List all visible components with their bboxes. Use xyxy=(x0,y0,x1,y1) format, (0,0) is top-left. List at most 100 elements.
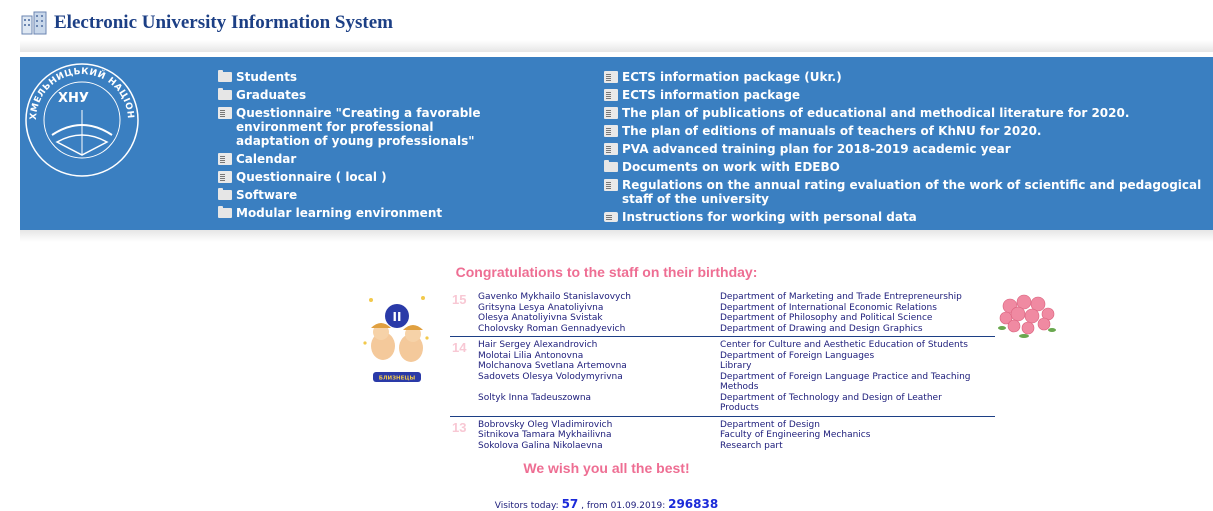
birthday-day-number: 15 xyxy=(452,292,467,307)
document-icon xyxy=(604,89,618,101)
page-header: Electronic University Information System xyxy=(20,8,393,38)
birthday-row: Cholovsky Roman Gennadyevich Department o… xyxy=(450,324,995,335)
employee-department: Department of Technology and Design of L… xyxy=(720,392,942,414)
menu-link[interactable]: Questionnaire ( local ) xyxy=(218,170,568,184)
menu-link[interactable]: ECTS information package xyxy=(604,88,1209,102)
employee-department: Department of Foreign Language Practice … xyxy=(720,371,971,393)
visitors-today-label: Visitors today: xyxy=(494,501,559,511)
menu-link-label: ECTS information package xyxy=(622,88,801,102)
menu-link[interactable]: Software xyxy=(218,188,568,202)
document-icon xyxy=(604,125,618,137)
menu-link[interactable]: The plan of editions of manuals of teach… xyxy=(604,124,1209,138)
svg-text:II: II xyxy=(393,310,402,324)
menu-link-label: Modular learning environment xyxy=(236,206,443,220)
employee-name: Soltyk Inna Tadeuszowna xyxy=(478,392,592,403)
birthday-row: Olesya Anatoliyivna Svistak Department of… xyxy=(450,313,995,324)
document-icon xyxy=(218,171,232,183)
menu-link-label: Regulations on the annual rating evaluat… xyxy=(622,178,1202,206)
visitors-since-label: , from 01.09.2019: xyxy=(581,501,666,511)
employee-department: Department of International Economic Rel… xyxy=(720,302,937,313)
folder-icon xyxy=(218,188,232,200)
employee-name: Sokolova Galina Nikolaevna xyxy=(478,440,603,451)
menu-link[interactable]: Modular learning environment xyxy=(218,206,568,220)
flowers-bouquet-icon xyxy=(998,294,1056,338)
visitors-today-count: 57 xyxy=(561,497,579,511)
menu-link-label: ECTS information package (Ukr.) xyxy=(622,70,842,84)
birthday-row: Sadovets Olesya Volodymyrivna Department … xyxy=(450,372,995,393)
document-icon xyxy=(604,71,618,83)
menu-link[interactable]: Questionnaire "Creating a favorable envi… xyxy=(218,106,568,148)
employee-department: Library xyxy=(720,361,752,371)
menu-link[interactable]: PVA advanced training plan for 2018-2019… xyxy=(604,142,1209,156)
document-icon xyxy=(218,153,232,165)
menu-link-label: Graduates xyxy=(236,88,307,102)
menu-link[interactable]: Graduates xyxy=(218,88,568,102)
menu-link-label: Questionnaire "Creating a favorable envi… xyxy=(236,106,481,148)
birthday-row: Soltyk Inna Tadeuszowna Department of Tec… xyxy=(450,393,995,414)
page-title: Electronic University Information System xyxy=(54,12,393,33)
menu-link[interactable]: Instructions for working with personal d… xyxy=(604,210,1209,224)
menu-link-label: Instructions for working with personal d… xyxy=(622,210,917,224)
folder-icon xyxy=(604,160,618,172)
birthday-title: Congratulations to the staff on their bi… xyxy=(455,264,758,280)
employee-name: Bobrovsky Oleg Vladimirovich xyxy=(478,419,613,430)
zodiac-gemini-icon: II БЛИЗНЕЦЫ xyxy=(363,296,429,382)
birthday-list: 15 Gavenko Mykhailo Stanislavovych Departm… xyxy=(450,292,995,456)
folder-icon xyxy=(218,206,232,218)
employee-name: Hair Sergey Alexandrovich xyxy=(478,340,598,350)
menu-link[interactable]: Documents on work with EDEBO xyxy=(604,160,1209,174)
menu-link[interactable]: ECTS information package (Ukr.) xyxy=(604,70,1209,84)
folder-icon xyxy=(218,88,232,100)
employee-department: Center for Culture and Aesthetic Educati… xyxy=(720,340,968,350)
birthday-row: Gavenko Mykhailo Stanislavovych Departmen… xyxy=(450,292,995,303)
employee-department: Research part xyxy=(720,440,783,451)
university-logo[interactable]: ХМЕЛЬНИЦЬКИЙ НАЦІОНАЛЬНИЙ УНІВЕРСИТЕТ ХН… xyxy=(22,60,142,180)
folder-icon xyxy=(218,70,232,82)
birthday-row: Molchanova Svetlana Artemovna Library xyxy=(450,361,995,372)
birthday-day-group: 13 Bobrovsky Oleg Vladimirovich Department… xyxy=(450,420,995,454)
menu-link-label: PVA advanced training plan for 2018-2019… xyxy=(622,142,1011,156)
menu-right: ECTS information package (Ukr.) ECTS info… xyxy=(604,70,1209,228)
birthday-day-group: 14 Hair Sergey Alexandrovich Center for Cu… xyxy=(450,340,995,417)
employee-name: Gritsyna Lesya Anatoliyivna xyxy=(478,302,604,313)
svg-text:БЛИЗНЕЦЫ: БЛИЗНЕЦЫ xyxy=(379,376,416,382)
birthday-row: Hair Sergey Alexandrovich Center for Cult… xyxy=(450,340,995,351)
menu-link[interactable]: Students xyxy=(218,70,568,84)
visitor-counter: Visitors today: 57 , from 01.09.2019: 29… xyxy=(0,497,1213,511)
menu-link-label: Documents on work with EDEBO xyxy=(622,160,840,174)
employee-department: Department of Foreign Languages xyxy=(720,350,875,361)
note-icon xyxy=(604,212,618,222)
birthday-day-number: 13 xyxy=(452,419,467,435)
building-icon xyxy=(21,11,47,35)
birthday-wish: We wish you all the best! xyxy=(523,460,690,476)
employee-department: Department of Design xyxy=(720,419,820,430)
employee-name: Olesya Anatoliyivna Svistak xyxy=(478,313,603,323)
menu-link-label: The plan of publications of educational … xyxy=(622,106,1130,120)
menu-link-label: Students xyxy=(236,70,298,84)
menu-link-label: Calendar xyxy=(236,152,297,166)
menu-link[interactable]: Regulations on the annual rating evaluat… xyxy=(604,178,1209,206)
birthday-day-number: 14 xyxy=(452,340,467,355)
menu-link-label: Questionnaire ( local ) xyxy=(236,170,387,184)
birthday-row: Sokolova Galina Nikolaevna Research part xyxy=(450,441,995,452)
birthday-day-group: 15 Gavenko Mykhailo Stanislavovych Departm… xyxy=(450,292,995,337)
birthday-row: Gritsyna Lesya Anatoliyivna Department of… xyxy=(450,303,995,314)
header-divider xyxy=(20,40,1213,52)
employee-name: Molchanova Svetlana Artemovna xyxy=(478,361,627,371)
employee-name: Molotai Lilia Antonovna xyxy=(478,350,584,361)
menu-left: Students Graduates Questionnaire "Creating… xyxy=(218,70,568,224)
menu-link[interactable]: The plan of publications of educational … xyxy=(604,106,1209,120)
employee-name: Cholovsky Roman Gennadyevich xyxy=(478,323,626,334)
employee-name: Sitnikova Tamara Mykhailivna xyxy=(478,430,612,440)
employee-name: Sadovets Olesya Volodymyrivna xyxy=(478,371,623,382)
employee-department: Department of Philosophy and Political S… xyxy=(720,313,933,323)
employee-department: Faculty of Engineering Mechanics xyxy=(720,430,871,440)
menu-link-label: The plan of editions of manuals of teach… xyxy=(622,124,1042,138)
menu-link-label: Software xyxy=(236,188,298,202)
visitors-total-count: 296838 xyxy=(668,497,719,511)
menu-link[interactable]: Calendar xyxy=(218,152,568,166)
birthday-row: Bobrovsky Oleg Vladimirovich Department o… xyxy=(450,420,995,431)
employee-department: Department of Drawing and Design Graphic… xyxy=(720,323,923,334)
document-icon xyxy=(218,107,232,119)
employee-department: Department of Marketing and Trade Entrep… xyxy=(720,292,962,302)
